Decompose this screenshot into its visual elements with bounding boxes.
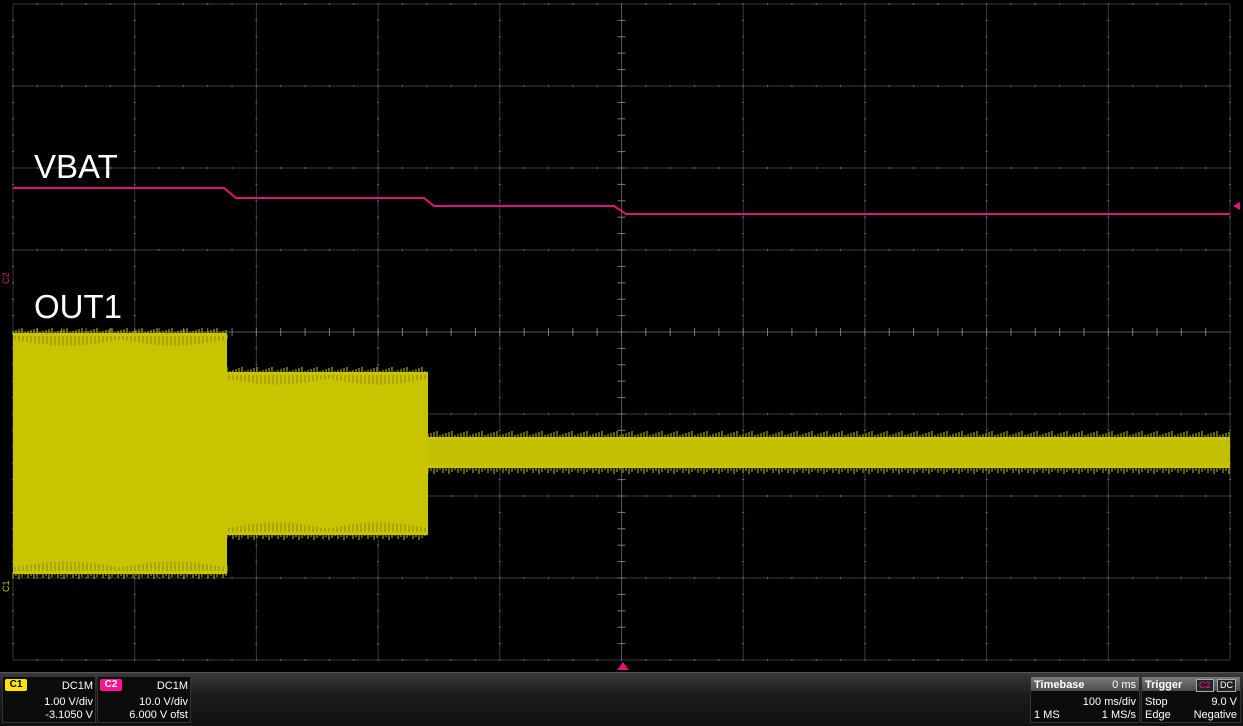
- trigger-type: Edge: [1145, 709, 1171, 721]
- channel2-coupling: DC1M: [156, 680, 188, 692]
- channel1-scale: 1.00 V/div: [44, 696, 93, 708]
- timebase-title: Timebase: [1034, 679, 1085, 691]
- c2-axis-tag: C2: [1, 272, 11, 284]
- trigger-title: Trigger: [1145, 679, 1183, 691]
- waveform-grid: [12, 3, 1240, 670]
- vbat-label: VBAT: [34, 148, 118, 185]
- waveform-display[interactable]: VBAT OUT1 C2 C1: [0, 0, 1243, 672]
- c2-level-marker[interactable]: [1233, 202, 1240, 210]
- channel1-panel[interactable]: C1 DC1M 1.00 V/div -3.1050 V: [2, 676, 96, 723]
- trigger-level: 9.0 V: [1211, 696, 1237, 708]
- channel2-panel[interactable]: C2 DC1M 10.0 V/div 6.000 V ofst: [97, 676, 191, 723]
- channel2-badge[interactable]: C2: [100, 679, 122, 691]
- trigger-mode: Stop: [1145, 696, 1168, 708]
- timebase-scale: 100 ms/div: [1082, 696, 1136, 708]
- channel1-coupling: DC1M: [61, 680, 93, 692]
- timebase-memory: 1 MS: [1034, 709, 1060, 721]
- timebase-panel[interactable]: Timebase 0 ms 100 ms/div 1 MS 1 MS/s: [1030, 676, 1140, 723]
- trigger-panel[interactable]: Trigger C2 DC Stop 9.0 V Edge Negative: [1141, 676, 1241, 723]
- trigger-source: C2: [1196, 679, 1214, 692]
- channel1-offset: -3.1050 V: [45, 709, 93, 721]
- out1-envelope-segment: [227, 372, 428, 535]
- out1-label: OUT1: [34, 288, 123, 325]
- c1-axis-tag: C1: [1, 580, 11, 592]
- channel1-badge[interactable]: C1: [5, 679, 27, 691]
- trigger-coupling: DC: [1217, 679, 1236, 692]
- channel2-offset: 6.000 V ofst: [129, 709, 188, 721]
- timebase-sample-rate: 1 MS/s: [1101, 709, 1136, 721]
- status-bar: C1 DC1M 1.00 V/div -3.1050 V C2 DC1M 10.…: [0, 672, 1243, 726]
- timebase-delay: 0 ms: [1112, 679, 1136, 691]
- out1-envelope-segment: [13, 333, 227, 574]
- trigger-slope: Negative: [1193, 709, 1237, 721]
- trigger-time-marker[interactable]: [617, 662, 629, 670]
- channel2-scale: 10.0 V/div: [139, 696, 188, 708]
